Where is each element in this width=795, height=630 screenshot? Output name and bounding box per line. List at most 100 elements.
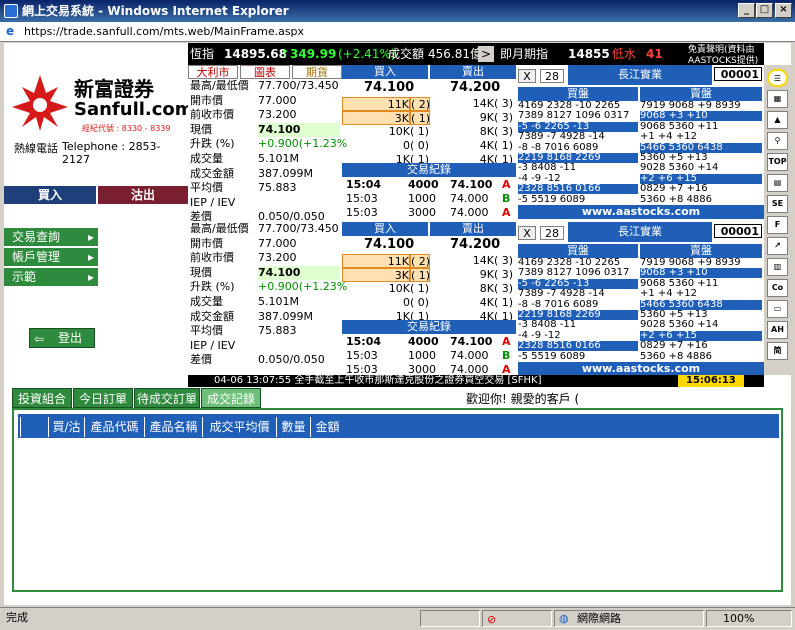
discount-value: 41 [646,47,663,61]
broker-sell-row: +1 +4 +12 [640,289,762,300]
quote-label: 成交量 [190,152,223,165]
tab-executed[interactable]: 成交記錄 [201,388,261,408]
ticker-next-button[interactable]: > [478,46,494,62]
alert-icon[interactable]: AH [767,321,788,339]
broker-sell-row: 5360 +8 4886 [640,351,762,362]
quote-tab-1[interactable]: 圖表 [240,65,290,79]
bid-qty: 11K [342,254,410,268]
bid-qty: 11K [342,97,410,111]
bid-qty: 0 [403,296,410,309]
broker-stock-code[interactable]: 00001 [714,224,762,238]
bid-count: ( 1) [410,125,430,138]
ask-qty: 4K [479,296,494,309]
ask-price: 74.200 [450,237,501,252]
broker-buy-row: -3 8408 -11 [518,163,638,174]
hsi-value: 14895.68 [224,47,288,61]
bid-count: ( 1) [410,282,430,295]
trade-time: 15:03 [346,206,378,219]
trend-icon[interactable]: ↗ [767,237,788,255]
broker-count: 28 [540,226,564,240]
tab-pending-orders[interactable]: 待成交訂單 [134,388,200,408]
broker-sell-row: 9068 +3 +10 [640,268,762,279]
menu-trade-query[interactable]: 交易查詢 [4,228,98,247]
trade-time: 15:03 [346,363,378,375]
filter-icon[interactable]: F [767,216,788,234]
status-pane-2: ⊘ [482,610,552,627]
sell-button[interactable]: 沽出 [98,186,188,204]
search-icon[interactable]: ⚲ [767,132,788,150]
broker-sell-row: 5360 +8 4886 [640,194,762,205]
disclaimer-line2[interactable]: AASTOCKS提供) [688,50,758,65]
bid-count: ( 0) [410,139,430,152]
quote-value [258,339,340,353]
broker-buy-row: 7389 8127 1096 0317 [518,111,638,122]
hotline-label: 熱線電話 [14,142,58,155]
buy-button[interactable]: 買入 [4,186,96,204]
buy-header: 買入 [342,222,428,236]
top20-icon[interactable]: TOP [767,153,788,171]
news-icon[interactable]: ▤ [767,174,788,192]
broker-count: 28 [540,69,564,83]
trade-qty: 3000 [408,363,436,375]
trade-price: 74.100 [450,178,493,191]
col-qty: 數量 [276,417,310,437]
quote-label: 平均價 [190,324,223,338]
close-button[interactable]: × [775,3,792,18]
trade-price: 74.100 [450,335,493,348]
broker-buy-row: 7389 -7 4928 -14 [518,289,638,300]
quote-tab-0[interactable]: 大利市 [188,65,238,79]
order-tabs: 投資組合 今日訂單 待成交訂單 成交記錄 [12,388,272,408]
trade-side: B [502,349,511,362]
minimize-button[interactable]: _ [738,3,755,18]
folder-icon[interactable]: ▭ [767,300,788,318]
maximize-button[interactable]: □ [756,3,773,18]
chart-icon[interactable]: ▲ [767,111,788,129]
list-icon[interactable]: ☰ [767,69,788,87]
futures-label: 即月期指 [500,47,549,61]
futures-value: 14855 [568,47,610,61]
ask-qty: 4K [479,139,494,152]
quote-label: 升跌 (%) [190,137,235,151]
quote-label: 成交金額 [190,166,234,180]
menu-demo[interactable]: 示範 [4,268,98,287]
broker-close-button[interactable]: X [518,226,536,240]
simplified-icon[interactable]: 简 [767,342,788,360]
address-url[interactable]: https://trade.sanfull.com/mts.web/MainFr… [24,25,304,38]
quote-tab-2[interactable]: 期貨 [292,65,342,79]
quote-label: IEP / IEV [190,195,236,209]
tab-portfolio[interactable]: 投資組合 [12,388,72,408]
ask-count: ( 3) [494,111,514,124]
grid-icon[interactable]: ▦ [767,90,788,108]
quote-label: 前收市價 [190,251,234,265]
currency-icon[interactable]: Co [767,279,788,297]
news-text[interactable]: 04-06 13:07:55 全手截至上午收市那斯達克股份之證券買空交易 [SF… [214,375,542,387]
trade-record-header: 交易紀錄 [342,163,516,177]
sehk-icon[interactable]: SE [767,195,788,213]
trade-qty: 1000 [408,349,436,362]
broker-stock-code[interactable]: 00001 [714,67,762,81]
ask-count: ( 3) [494,97,514,110]
address-bar[interactable]: e https://trade.sanfull.com/mts.web/Main… [0,22,795,42]
report-icon[interactable]: ▥ [767,258,788,276]
menu-account[interactable]: 帳戶管理 [4,248,98,267]
zoom-text[interactable]: 100% [723,609,754,629]
sell-header: 賣出 [430,222,516,236]
zoom-pane[interactable]: 100% [706,610,792,627]
quote-value: 74.100 [258,122,340,137]
ask-price: 74.200 [450,80,501,95]
broker-buy-row: -5 5519 6089 [518,351,638,362]
page-icon: e [6,24,15,38]
broker-close-button[interactable]: X [518,69,536,83]
security-icon: ⊘ [487,613,497,626]
quote-panel: 大利市 圖表 期貨 最高/最低價 77.700/73.450 開市價 77.000 前收市價 7… [188,65,764,375]
tab-today-orders[interactable]: 今日訂單 [73,388,133,408]
orders-table: 買/沽 產品代碼 產品名稱 成交平均價 數量 金額 [12,408,783,592]
aastocks-link[interactable]: www.aastocks.com [518,362,764,375]
quote-label: 現價 [190,265,212,279]
zone-pane: ◍ 網際網路 [554,610,704,627]
quote-value: 77.700/73.450 [258,222,339,235]
aastocks-link[interactable]: www.aastocks.com [518,205,764,219]
logout-button[interactable]: ⇦ 登出 [29,328,95,348]
quote-value: 5.101M [258,295,299,308]
news-clock: 15:06:13 [678,375,744,387]
